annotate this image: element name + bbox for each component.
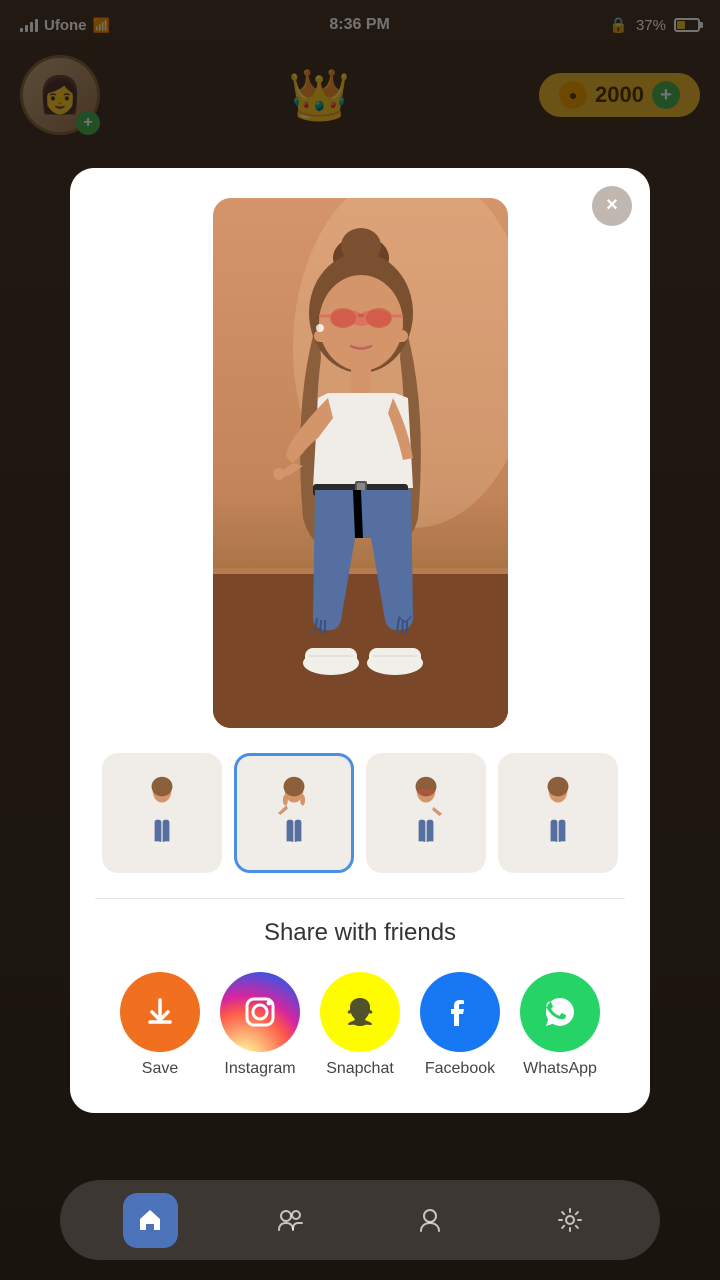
snapchat-label: Snapchat: [326, 1060, 394, 1078]
variant-thumb-1[interactable]: [102, 753, 222, 873]
nav-friends[interactable]: [263, 1193, 318, 1248]
nav-avatar[interactable]: [403, 1193, 458, 1248]
avatar-preview: [213, 198, 508, 728]
share-title: Share with friends: [264, 919, 456, 947]
whatsapp-label: WhatsApp: [523, 1060, 597, 1078]
avatar-illustration: [213, 198, 508, 728]
share-instagram-item[interactable]: Instagram: [220, 972, 300, 1078]
nav-settings[interactable]: [543, 1193, 598, 1248]
facebook-label: Facebook: [425, 1060, 495, 1078]
share-icons-row: Save Instagram: [120, 972, 600, 1078]
whatsapp-icon-circle: [520, 972, 600, 1052]
variant-thumb-2[interactable]: [234, 753, 354, 873]
variant-thumb-3[interactable]: [366, 753, 486, 873]
nav-home[interactable]: [123, 1193, 178, 1248]
variants-row: [102, 753, 618, 873]
share-save-item[interactable]: Save: [120, 972, 200, 1078]
share-snapchat-item[interactable]: Snapchat: [320, 972, 400, 1078]
instagram-label: Instagram: [224, 1060, 295, 1078]
divider: [95, 898, 625, 899]
share-whatsapp-item[interactable]: WhatsApp: [520, 972, 600, 1078]
variant-thumb-4[interactable]: [498, 753, 618, 873]
instagram-icon-circle: [220, 972, 300, 1052]
save-label: Save: [142, 1060, 178, 1078]
share-facebook-item[interactable]: Facebook: [420, 972, 500, 1078]
facebook-icon-circle: [420, 972, 500, 1052]
share-modal: ×: [70, 168, 650, 1113]
overlay: ×: [0, 0, 720, 1280]
close-button[interactable]: ×: [592, 186, 632, 226]
save-icon-circle: [120, 972, 200, 1052]
snapchat-icon-circle: [320, 972, 400, 1052]
bottom-nav: [60, 1180, 660, 1260]
